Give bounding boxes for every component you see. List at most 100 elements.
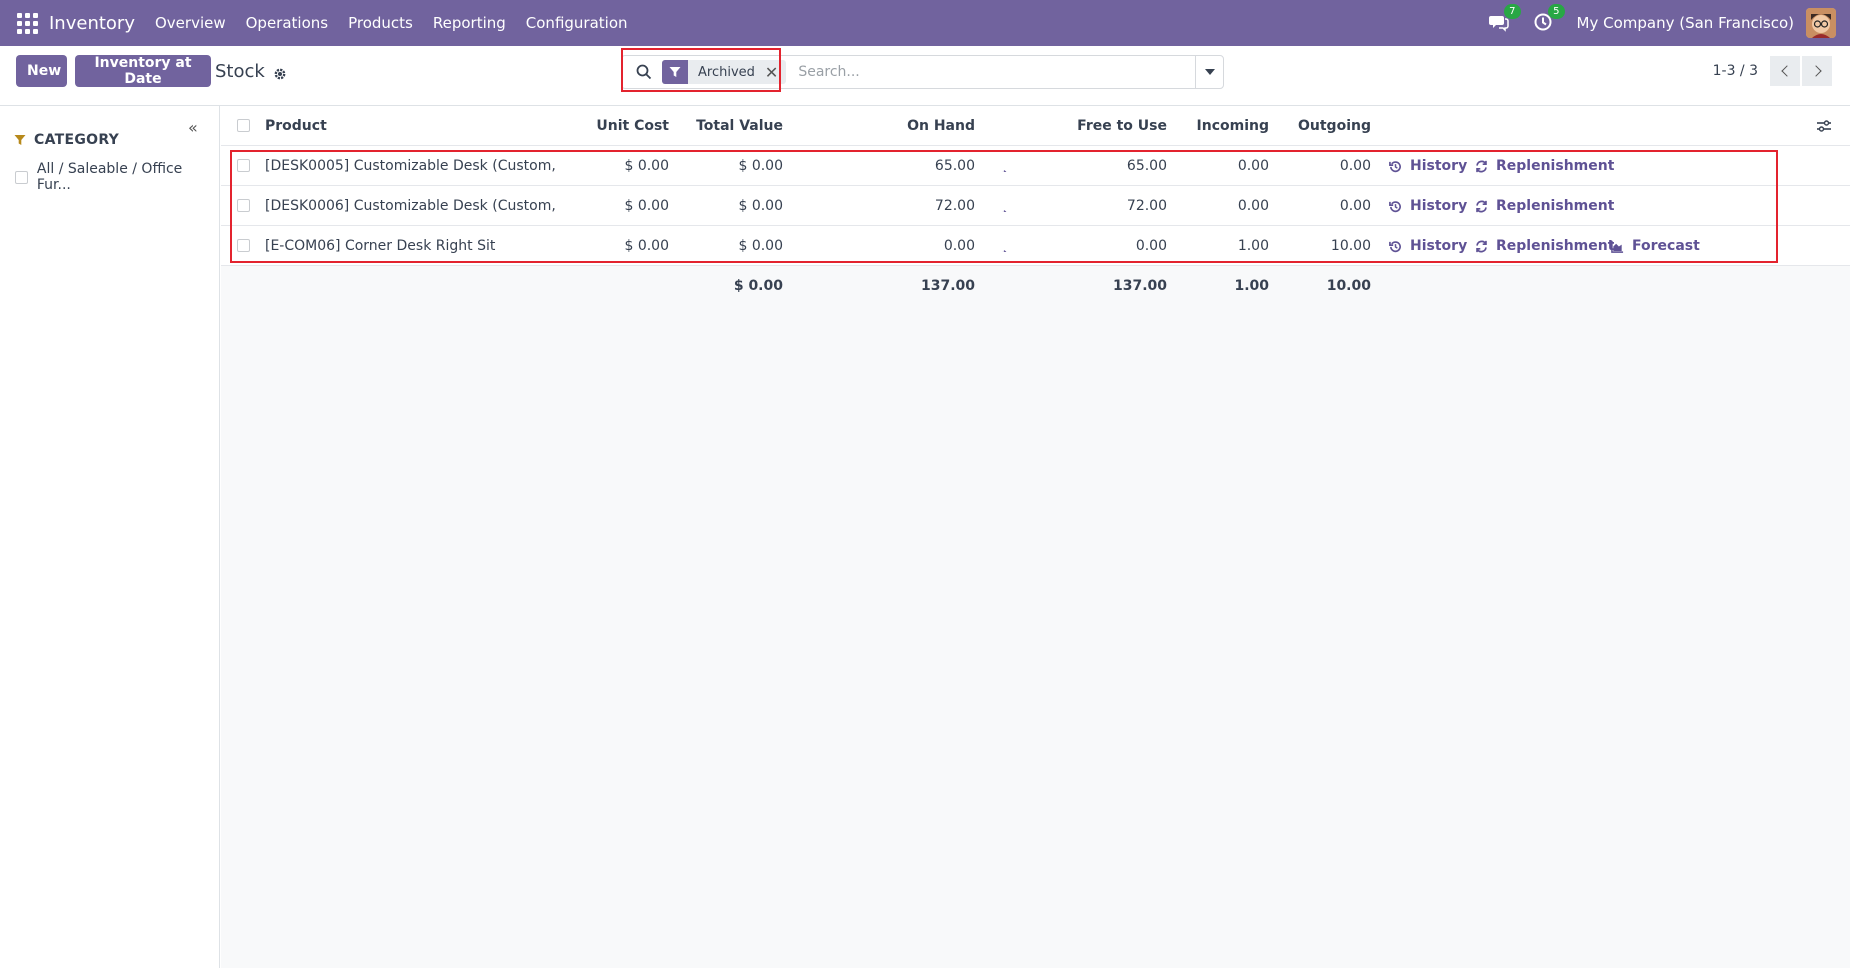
menu-reporting[interactable]: Reporting xyxy=(433,14,506,32)
search-icon xyxy=(636,64,652,80)
search-bar: Archived ✕ xyxy=(621,55,1224,89)
col-product[interactable]: Product xyxy=(265,106,505,146)
collapse-sidebar-icon[interactable]: « xyxy=(188,118,198,137)
unit-cost: $ 0.00 xyxy=(624,158,669,174)
new-button[interactable]: New xyxy=(16,55,67,87)
category-item-label: All / Saleable / Office Fur... xyxy=(36,161,183,193)
page-title: Stock xyxy=(215,61,265,82)
category-header: CATEGORY xyxy=(14,132,119,148)
search-panel-sidebar: « CATEGORY All / Saleable / Office Fur..… xyxy=(0,106,220,968)
outgoing: 0.00 xyxy=(1339,158,1371,174)
table-header: Product Unit Cost Total Value On Hand Fr… xyxy=(221,106,1850,146)
outgoing: 10.00 xyxy=(1330,238,1371,254)
incoming: 0.00 xyxy=(1237,158,1269,174)
col-free-to-use[interactable]: Free to Use xyxy=(975,106,1167,146)
outgoing: 0.00 xyxy=(1339,198,1371,214)
total-value: $ 0.00 xyxy=(738,238,783,254)
product-name: [E-COM06] Corner Desk Right Sit xyxy=(265,238,496,254)
row-checkbox[interactable] xyxy=(237,199,250,212)
unit-cost: $ 0.00 xyxy=(624,198,669,214)
caret-down-icon xyxy=(1204,69,1215,75)
history-label: History xyxy=(1410,198,1468,214)
pager-previous-button[interactable] xyxy=(1770,56,1800,86)
chevron-left-icon xyxy=(1780,65,1793,77)
control-panel: New Inventory at Date Stock Archived ✕ 1… xyxy=(0,46,1850,106)
col-incoming[interactable]: Incoming xyxy=(1167,106,1269,146)
col-outgoing[interactable]: Outgoing xyxy=(1269,106,1371,146)
select-all-checkbox[interactable] xyxy=(237,119,250,132)
menu-configuration[interactable]: Configuration xyxy=(526,14,628,32)
user-avatar[interactable] xyxy=(1806,8,1836,38)
replenishment-label: Replenishment xyxy=(1496,198,1615,214)
table-totals-row: $ 0.00 137.00 137.00 1.00 10.00 xyxy=(221,266,1850,306)
on-hand: 65.00 xyxy=(934,158,975,174)
messages-icon[interactable]: 7 xyxy=(1488,4,1521,34)
refresh-icon xyxy=(1476,160,1487,172)
optional-columns-settings-icon[interactable] xyxy=(1816,118,1832,134)
total-value-sum: $ 0.00 xyxy=(733,278,783,294)
history-label: History xyxy=(1410,158,1468,174)
menu-products[interactable]: Products xyxy=(348,14,413,32)
category-item[interactable]: All / Saleable / Office Fur... xyxy=(15,161,219,193)
free-to-use: 0.00 xyxy=(1135,238,1167,254)
row-checkbox[interactable] xyxy=(237,159,250,172)
outgoing-sum: 10.00 xyxy=(1326,278,1371,294)
menu-operations[interactable]: Operations xyxy=(246,14,328,32)
list-view: Product Unit Cost Total Value On Hand Fr… xyxy=(221,106,1850,968)
remove-facet-close-icon[interactable]: ✕ xyxy=(765,63,786,82)
area-chart-icon xyxy=(1611,240,1624,253)
history-button[interactable]: History xyxy=(1389,186,1467,226)
search-facet-archived: Archived ✕ xyxy=(662,60,787,84)
free-to-use: 65.00 xyxy=(1126,158,1167,174)
app-brand[interactable]: Inventory xyxy=(49,13,135,34)
total-value: $ 0.00 xyxy=(738,198,783,214)
row-checkbox[interactable] xyxy=(237,239,250,252)
pager-next-button[interactable] xyxy=(1802,56,1832,86)
history-label: History xyxy=(1410,238,1468,254)
history-button[interactable]: History xyxy=(1389,146,1467,186)
replenishment-label: Replenishment xyxy=(1496,158,1615,174)
history-button[interactable]: History xyxy=(1389,226,1467,266)
gear-icon[interactable] xyxy=(273,65,287,79)
replenishment-button[interactable]: Replenishment xyxy=(1475,146,1614,186)
chevron-right-icon xyxy=(1809,65,1822,77)
incoming: 0.00 xyxy=(1237,198,1269,214)
app-grid-icon[interactable] xyxy=(15,11,39,35)
col-unit-cost[interactable]: Unit Cost xyxy=(551,106,669,146)
funnel-icon xyxy=(14,134,26,146)
free-to-use-sum: 137.00 xyxy=(1112,278,1167,294)
forecast-button[interactable]: Forecast xyxy=(1611,226,1700,266)
history-icon xyxy=(1389,160,1401,172)
product-name: [DESK0006] Customizable Desk (Custom, Bl… xyxy=(265,198,555,214)
table-row[interactable]: [DESK0006] Customizable Desk (Custom, Bl… xyxy=(221,186,1850,226)
forecast-label: Forecast xyxy=(1632,238,1700,254)
pager: 1-3 / 3 xyxy=(1713,56,1832,86)
facet-label: Archived xyxy=(698,64,755,80)
on-hand: 0.00 xyxy=(943,238,975,254)
replenishment-label: Replenishment xyxy=(1496,238,1615,254)
company-switcher[interactable]: My Company (San Francisco) xyxy=(1577,14,1794,32)
replenishment-button[interactable]: Replenishment xyxy=(1475,186,1614,226)
breadcrumb: Stock xyxy=(215,61,287,82)
col-total-value[interactable]: Total Value xyxy=(669,106,783,146)
refresh-icon xyxy=(1476,200,1487,212)
unit-cost: $ 0.00 xyxy=(624,238,669,254)
col-on-hand[interactable]: On Hand xyxy=(783,106,975,146)
search-input[interactable] xyxy=(798,64,1195,80)
table-row[interactable]: [E-COM06] Corner Desk Right Sit $ 0.00 $… xyxy=(221,226,1850,266)
messages-badge: 7 xyxy=(1504,4,1521,19)
activity-clock-icon[interactable]: 5 xyxy=(1533,4,1565,34)
history-icon xyxy=(1389,240,1401,252)
menu-overview[interactable]: Overview xyxy=(155,14,226,32)
activities-badge: 5 xyxy=(1548,4,1565,19)
free-to-use: 72.00 xyxy=(1126,198,1167,214)
top-navbar: Inventory Overview Operations Products R… xyxy=(0,0,1850,46)
pager-value[interactable]: 1-3 / 3 xyxy=(1713,63,1758,79)
replenishment-button[interactable]: Replenishment xyxy=(1475,226,1614,266)
total-value: $ 0.00 xyxy=(738,158,783,174)
table-row[interactable]: [DESK0005] Customizable Desk (Custom, W.… xyxy=(221,146,1850,186)
product-name: [DESK0005] Customizable Desk (Custom, W.… xyxy=(265,158,555,174)
search-options-toggle[interactable] xyxy=(1195,56,1223,88)
inventory-at-date-button[interactable]: Inventory at Date xyxy=(75,55,211,87)
category-checkbox[interactable] xyxy=(15,170,28,184)
